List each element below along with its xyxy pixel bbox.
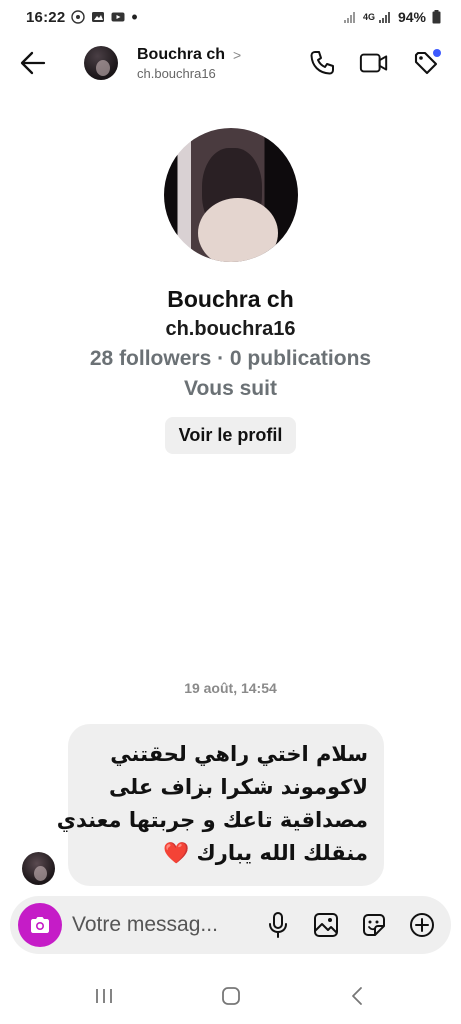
- chevron-left-icon: [351, 987, 362, 1005]
- view-profile-button[interactable]: Voir le profil: [164, 417, 297, 454]
- profile-card: Bouchra ch ch.bouchra16 28 followers · 0…: [0, 128, 461, 454]
- message-line: سلام اختي راهي لحقتني: [110, 742, 368, 766]
- gallery-button[interactable]: [311, 910, 341, 940]
- follows-you-status: Vous suit: [184, 377, 277, 400]
- message-row: سلام اختي راهي لحقتني لاكوموند شكرا بزاف…: [22, 724, 442, 888]
- header-name: Bouchra ch: [137, 45, 226, 63]
- message-composer: [10, 896, 451, 954]
- camera-button[interactable]: [18, 903, 62, 947]
- message-line-text: منقلك الله يبارك: [189, 841, 368, 865]
- notification-dot: [433, 49, 441, 57]
- recent-apps-icon: [95, 989, 112, 1003]
- header-name-row: Bouchra ch >: [137, 46, 241, 64]
- home-button[interactable]: [211, 976, 251, 1016]
- recent-apps-button[interactable]: [84, 976, 124, 1016]
- chat-header: Bouchra ch > ch.bouchra16: [0, 34, 461, 92]
- message-bubble[interactable]: سلام اختي راهي لحقتني لاكوموند شكرا بزاف…: [56, 724, 384, 886]
- header-username: ch.bouchra16: [137, 65, 216, 81]
- heart-emoji: ❤️: [163, 841, 190, 865]
- arrow-left-icon: [20, 51, 46, 75]
- header-profile-link[interactable]: Bouchra ch > ch.bouchra16: [137, 46, 241, 81]
- network-type: 4G: [362, 12, 375, 22]
- header-actions: [307, 48, 441, 78]
- status-right: 4G 94%: [343, 9, 441, 25]
- video-call-button[interactable]: [359, 48, 389, 78]
- status-time: 16:22: [26, 8, 66, 26]
- more-options-button[interactable]: [407, 910, 437, 940]
- battery-icon: [432, 10, 441, 24]
- system-back-button[interactable]: [338, 976, 378, 1016]
- profile-stats: 28 followers · 0 publications: [89, 347, 372, 370]
- profile-avatar[interactable]: [163, 128, 298, 262]
- status-bar: 16:22 • 4G 94%: [0, 0, 461, 34]
- profile-name: Bouchra ch: [167, 286, 294, 312]
- hotspot-icon: [71, 10, 86, 24]
- system-nav-bar: [0, 968, 461, 1024]
- battery-percent: 94%: [397, 9, 426, 25]
- signal-icon: [343, 12, 355, 23]
- voice-message-button[interactable]: [263, 910, 293, 940]
- back-button[interactable]: [14, 44, 52, 82]
- camera-icon: [31, 917, 49, 933]
- microphone-icon: [269, 912, 287, 938]
- gallery-notification-icon: [92, 12, 105, 22]
- status-left: 16:22 •: [26, 7, 138, 27]
- composer-actions: [263, 910, 437, 940]
- image-icon: [314, 913, 338, 937]
- message-input[interactable]: [72, 913, 252, 937]
- profile-username: ch.bouchra16: [165, 318, 296, 340]
- sticker-button[interactable]: [359, 910, 389, 940]
- sticker-icon: [363, 914, 385, 936]
- tag-button[interactable]: [411, 48, 441, 78]
- plus-circle-icon: [410, 913, 434, 937]
- chevron-right-icon: >: [233, 46, 242, 63]
- home-icon: [221, 987, 240, 1005]
- phone-icon: [310, 51, 334, 75]
- signal-strength-icon: [378, 12, 390, 23]
- more-notifications-dot: •: [131, 7, 138, 27]
- header-avatar[interactable]: [84, 46, 118, 80]
- message-line: مصداقية تاعك و جربتها معندي: [56, 808, 368, 832]
- message-line-last: منقلك الله يبارك ❤️: [84, 837, 368, 870]
- youtube-notification-icon: [111, 12, 125, 22]
- video-camera-icon: [359, 53, 388, 73]
- audio-call-button[interactable]: [307, 48, 337, 78]
- message-timestamp: 19 août, 14:54: [184, 680, 277, 696]
- sender-avatar[interactable]: [22, 852, 55, 885]
- message-line: لاكوموند شكرا بزاف على: [109, 775, 368, 799]
